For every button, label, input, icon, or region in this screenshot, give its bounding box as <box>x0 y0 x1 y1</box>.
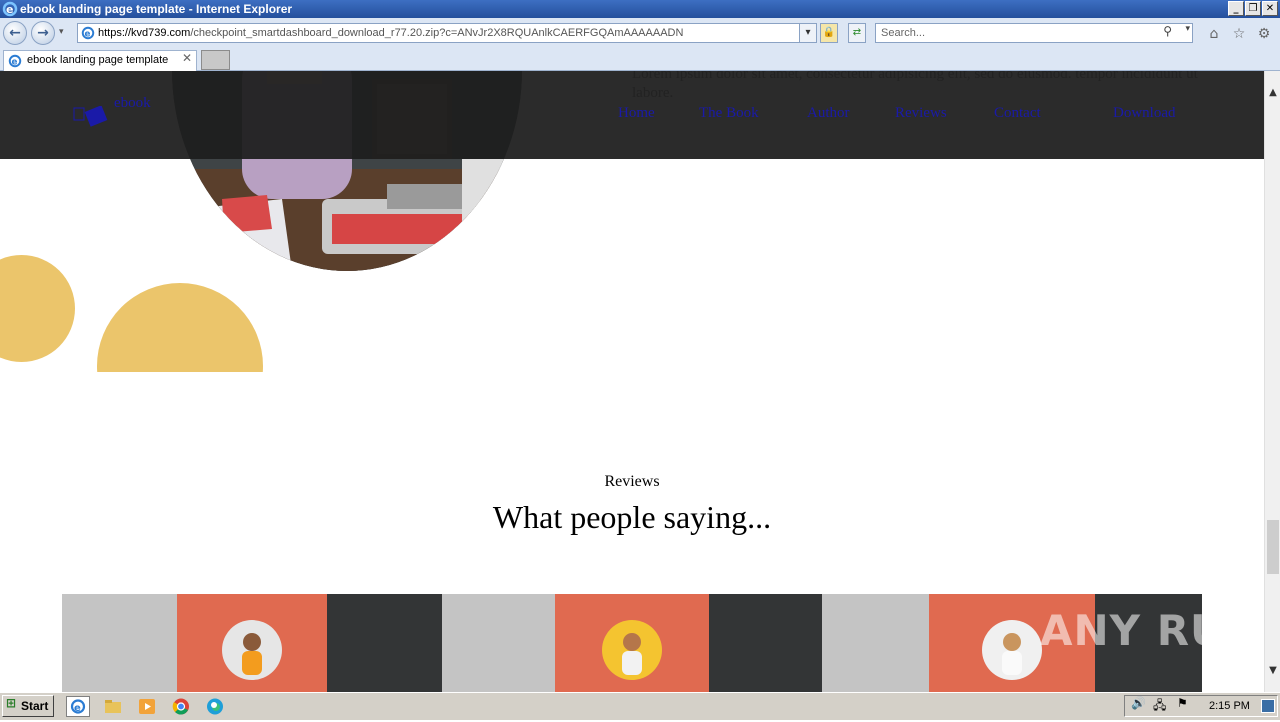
intro-paragraph: Lorem ipsum dolor sit amet, consectetur … <box>632 71 1198 101</box>
volume-icon[interactable]: 🔊 <box>1131 696 1146 710</box>
reviewer-avatar <box>222 620 282 680</box>
nav-contact[interactable]: Contact <box>994 105 1041 122</box>
scroll-thumb[interactable] <box>1267 520 1279 574</box>
taskbar-media-player-icon[interactable] <box>135 696 159 717</box>
url-path: /checkpoint_smartdashboard_download_r77.… <box>190 27 684 39</box>
scroll-up-icon[interactable]: ▲ <box>1265 85 1280 101</box>
nav-home[interactable]: Home <box>618 105 655 122</box>
new-tab-button[interactable] <box>201 50 230 70</box>
review-bg-left <box>442 594 555 692</box>
network-icon[interactable]: 🖧 <box>1153 696 1166 717</box>
page-favicon-icon: e <box>81 26 95 40</box>
back-button[interactable]: ← <box>3 21 27 45</box>
reviews-carousel[interactable] <box>62 594 1202 692</box>
show-desktop-icon[interactable] <box>1261 699 1275 713</box>
svg-text:e: e <box>12 58 18 68</box>
search-placeholder: Search... <box>881 27 926 39</box>
anyrun-watermark: ANY RUN <box>1040 606 1262 655</box>
reviews-label: Reviews <box>604 473 660 490</box>
system-tray: 🔊 🖧 ⚑ 2:15 PM <box>1124 695 1278 717</box>
svg-text:e: e <box>74 703 81 714</box>
reviewer-avatar <box>602 620 662 680</box>
internet-explorer-icon: e <box>2 1 18 17</box>
tab-close-icon[interactable]: ✕ <box>182 51 192 65</box>
nav-reviews[interactable]: Reviews <box>895 105 947 122</box>
vertical-scrollbar[interactable]: ▲ ▼ <box>1264 71 1280 692</box>
tab-favicon-icon: e <box>8 54 22 68</box>
nav-the-book[interactable]: The Book <box>699 105 759 122</box>
address-bar[interactable]: e https://kvd739.com/checkpoint_smartdas… <box>77 23 815 43</box>
address-dropdown-button[interactable]: ▾ <box>799 23 817 43</box>
search-input[interactable]: Search... ⚲ ▾ <box>875 23 1193 43</box>
nav-download[interactable]: Download <box>1113 105 1176 122</box>
review-bg-dark <box>709 594 822 692</box>
review-bg-left <box>62 594 177 692</box>
settings-gear-icon[interactable]: ⚙ <box>1255 25 1273 43</box>
review-bg-left <box>822 594 929 692</box>
search-icon[interactable]: ⚲ <box>1163 24 1172 38</box>
restore-button[interactable]: ❐ <box>1245 1 1261 16</box>
taskbar-explorer-icon[interactable] <box>101 696 125 717</box>
window-title: ebook landing page template - Internet E… <box>20 2 293 16</box>
start-button[interactable]: ⊞ Start <box>2 695 54 717</box>
start-label: Start <box>21 699 49 713</box>
scroll-down-icon[interactable]: ▼ <box>1265 663 1280 679</box>
home-icon[interactable]: ⌂ <box>1205 25 1223 43</box>
reviews-heading: What people saying... <box>492 499 772 535</box>
search-dropdown-icon[interactable]: ▾ <box>1185 24 1190 34</box>
svg-text:e: e <box>6 3 13 16</box>
window-titlebar: e ebook landing page template - Internet… <box>0 0 1280 18</box>
favorites-star-icon[interactable]: ☆ <box>1230 25 1248 43</box>
logo-text[interactable]: ebook <box>114 95 151 112</box>
forward-button[interactable]: → <box>31 21 55 45</box>
decor-yellow-circle <box>0 255 75 362</box>
nav-author[interactable]: Author <box>807 105 850 122</box>
review-card[interactable] <box>177 594 327 692</box>
reviewer-avatar <box>982 620 1042 680</box>
action-center-flag-icon[interactable]: ⚑ <box>1177 696 1188 710</box>
windows-logo-icon: ⊞ <box>6 696 17 710</box>
clock[interactable]: 2:15 PM <box>1209 696 1250 716</box>
minimize-button[interactable]: _ <box>1228 1 1244 16</box>
review-card[interactable] <box>555 594 709 692</box>
page-viewport: ebook Lorem ipsum dolor sit amet, consec… <box>0 71 1264 692</box>
taskbar-chrome-icon[interactable] <box>169 696 193 717</box>
close-window-button[interactable]: ✕ <box>1262 1 1278 16</box>
history-dropdown-icon[interactable]: ▾ <box>59 27 64 37</box>
decor-yellow-half-circle <box>97 283 263 372</box>
refresh-icon[interactable]: ⇄ <box>848 23 866 43</box>
url-host: https://kvd739.com <box>98 27 191 39</box>
taskbar-ie-icon[interactable]: e <box>66 696 90 717</box>
tab-ebook-landing[interactable]: e ebook landing page template ✕ <box>3 50 197 71</box>
lock-icon[interactable]: 🔒 <box>820 23 838 43</box>
svg-text:e: e <box>85 30 91 40</box>
review-bg-dark <box>327 594 442 692</box>
tab-label: ebook landing page template <box>27 54 169 66</box>
taskbar-edge-icon[interactable] <box>203 696 227 717</box>
logo-book-icon[interactable] <box>73 105 111 128</box>
